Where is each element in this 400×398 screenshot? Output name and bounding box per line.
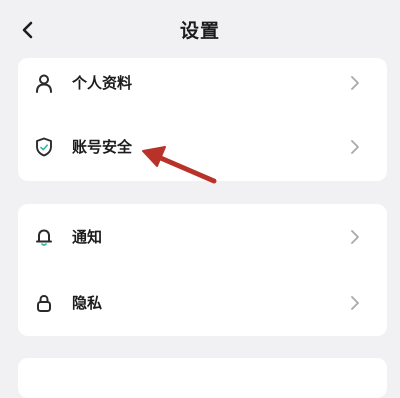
chevron-right-icon bbox=[349, 229, 361, 245]
chevron-right-icon bbox=[349, 139, 361, 155]
bell-icon bbox=[34, 227, 54, 247]
settings-item-account-security[interactable]: 账号安全 bbox=[18, 122, 387, 172]
settings-item-label: 账号安全 bbox=[72, 138, 133, 156]
lock-icon bbox=[34, 293, 54, 313]
settings-group-account: 个人资料 账号安全 bbox=[18, 58, 387, 181]
page-title: 设置 bbox=[179, 20, 220, 42]
settings-group-more bbox=[18, 358, 387, 398]
settings-item-label: 个人资料 bbox=[72, 74, 133, 92]
header-bar: 设置 bbox=[0, 0, 400, 62]
shield-check-icon bbox=[34, 137, 54, 157]
settings-item-label: 通知 bbox=[72, 228, 103, 246]
settings-item-profile[interactable]: 个人资料 bbox=[18, 58, 387, 108]
settings-item-label: 隐私 bbox=[72, 294, 103, 312]
chevron-right-icon bbox=[349, 295, 361, 311]
settings-item-privacy[interactable]: 隐私 bbox=[18, 278, 387, 328]
person-icon bbox=[34, 73, 54, 93]
settings-item-notifications[interactable]: 通知 bbox=[18, 212, 387, 262]
settings-group-general: 通知 隐私 bbox=[18, 204, 387, 336]
chevron-right-icon bbox=[349, 75, 361, 91]
